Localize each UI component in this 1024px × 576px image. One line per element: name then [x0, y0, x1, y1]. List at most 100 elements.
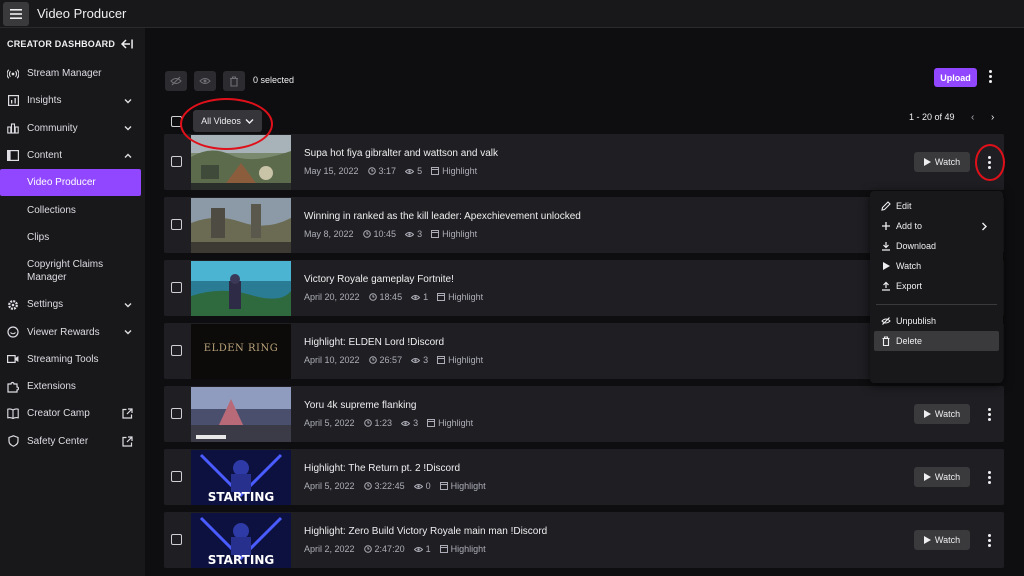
sidebar-item-creator-camp[interactable]: Creator Camp — [0, 400, 145, 427]
trash-icon — [230, 75, 238, 87]
play-icon — [923, 410, 931, 418]
video-title[interactable]: Highlight: Zero Build Victory Royale mai… — [304, 526, 547, 537]
app-title: Video Producer — [37, 6, 127, 21]
video-thumbnail[interactable]: ELDEN RING — [191, 324, 291, 379]
video-title[interactable]: Highlight: The Return pt. 2 !Discord — [304, 463, 460, 474]
sidebar-subitem-video-producer[interactable]: Video Producer — [0, 169, 141, 197]
plus-icon — [882, 222, 890, 230]
watch-button[interactable]: Watch — [914, 152, 970, 172]
menu-item-delete[interactable]: Delete — [874, 331, 999, 351]
menu-item-add-to[interactable]: Add to — [870, 216, 1003, 236]
video-thumbnail[interactable]: STARTING — [191, 513, 291, 568]
trash-icon — [882, 336, 890, 346]
clock-icon — [368, 356, 377, 364]
video-title[interactable]: Highlight: ELDEN Lord !Discord — [304, 337, 444, 348]
sidebar-item-label: Community — [27, 122, 78, 134]
shield-icon — [7, 435, 19, 448]
video-checkbox[interactable] — [171, 156, 182, 167]
sidebar-item-insights[interactable]: Insights — [0, 87, 145, 114]
video-date: April 20, 2022 — [304, 292, 360, 302]
menu-item-download[interactable]: Download — [870, 236, 1003, 256]
video-thumbnail[interactable] — [191, 198, 291, 253]
video-date: May 15, 2022 — [304, 166, 359, 176]
video-type: Highlight — [450, 544, 486, 554]
video-checkbox[interactable] — [171, 345, 182, 356]
sidebar-item-extensions[interactable]: Extensions — [0, 373, 145, 400]
video-meta: April 10, 2022 26:57 3 Highlight — [304, 355, 492, 365]
views-icon — [405, 168, 415, 174]
video-options-button[interactable] — [982, 468, 996, 486]
clock-icon — [363, 419, 372, 427]
menu-item-watch[interactable]: Watch — [870, 256, 1003, 276]
video-options-button[interactable] — [982, 531, 996, 549]
video-duration: 18:45 — [379, 292, 403, 302]
more-options-button[interactable] — [983, 67, 997, 85]
video-duration: 10:45 — [373, 229, 397, 239]
annotation-circle-filter — [180, 98, 273, 150]
video-views: 1 — [423, 292, 429, 302]
video-views: 5 — [417, 166, 423, 176]
video-thumbnail[interactable] — [191, 261, 291, 316]
sidebar-item-label: Settings — [27, 299, 64, 311]
next-page-button[interactable]: › — [991, 112, 994, 123]
sidebar-item-community[interactable]: Community — [0, 115, 145, 142]
video-meta: April 20, 2022 18:45 1 Highlight — [304, 292, 492, 302]
video-thumbnail[interactable]: STARTING — [191, 450, 291, 505]
video-date: April 5, 2022 — [304, 481, 355, 491]
video-title[interactable]: Supa hot fiya gibralter and wattson and … — [304, 148, 498, 159]
highlight-icon — [437, 293, 446, 301]
highlight-icon — [439, 482, 448, 490]
watch-button[interactable]: Watch — [914, 404, 970, 424]
video-title[interactable]: Winning in ranked as the kill leader: Ap… — [304, 211, 581, 222]
clock-icon — [367, 167, 376, 175]
sidebar-item-safety-center[interactable]: Safety Center — [0, 428, 145, 455]
sidebar-item-streaming-tools[interactable]: Streaming Tools — [0, 346, 145, 373]
upload-button[interactable]: Upload — [934, 68, 977, 87]
delete-selected-button[interactable] — [223, 71, 245, 91]
video-views: 3 — [423, 355, 429, 365]
sidebar-subitem-clips[interactable]: Clips — [0, 224, 145, 251]
unpublish-selected-button[interactable] — [165, 71, 187, 91]
sidebar-subitem-collections[interactable]: Collections — [0, 196, 145, 223]
menu-item-export[interactable]: Export — [870, 276, 1003, 296]
video-thumbnail[interactable] — [191, 387, 291, 442]
previous-page-button[interactable]: ‹ — [971, 112, 974, 123]
menu-item-edit[interactable]: Edit — [870, 196, 1003, 216]
watch-button[interactable]: Watch — [914, 530, 970, 550]
video-checkbox[interactable] — [171, 408, 182, 419]
main-content: 0 selected Upload All Videos 1 - 20 of 4… — [145, 28, 1024, 576]
sidebar-subitem-copyright-claims-manager[interactable]: Copyright Claims Manager — [0, 251, 145, 291]
video-title[interactable]: Victory Royale gameplay Fortnite! — [304, 274, 454, 285]
publish-selected-button[interactable] — [194, 71, 216, 91]
watch-button[interactable]: Watch — [914, 467, 970, 487]
views-icon — [413, 483, 423, 489]
sidebar-item-viewer-rewards[interactable]: Viewer Rewards — [0, 318, 145, 345]
puzzle-icon — [7, 381, 19, 393]
hamburger-menu-button[interactable] — [3, 1, 29, 26]
video-checkbox[interactable] — [171, 219, 182, 230]
video-views: 1 — [425, 544, 431, 554]
selected-count: 0 selected — [253, 75, 295, 85]
watch-label: Watch — [934, 409, 961, 419]
video-checkbox[interactable] — [171, 471, 182, 482]
menu-item-unpublish[interactable]: Unpublish — [870, 311, 1003, 331]
sidebar-item-stream-manager[interactable]: Stream Manager — [0, 60, 145, 87]
sidebar-item-content[interactable]: Content — [0, 142, 145, 169]
video-views: 3 — [413, 418, 419, 428]
video-date: May 8, 2022 — [304, 229, 354, 239]
clock-icon — [363, 482, 372, 490]
clock-icon — [362, 230, 371, 238]
video-duration: 1:23 — [374, 418, 393, 428]
video-type: Highlight — [438, 418, 474, 428]
sidebar-header: CREATOR DASHBOARD — [0, 28, 145, 60]
video-row: STARTING Highlight: The Return pt. 2 !Di… — [164, 449, 1004, 505]
chevron-down-icon — [124, 126, 132, 131]
content-icon — [7, 150, 19, 162]
video-options-button[interactable] — [982, 405, 996, 423]
video-type: Highlight — [448, 355, 484, 365]
collapse-sidebar-icon[interactable] — [121, 39, 133, 49]
video-title[interactable]: Yoru 4k supreme flanking — [304, 400, 416, 411]
video-checkbox[interactable] — [171, 282, 182, 293]
sidebar-item-settings[interactable]: Settings — [0, 291, 145, 318]
video-checkbox[interactable] — [171, 534, 182, 545]
